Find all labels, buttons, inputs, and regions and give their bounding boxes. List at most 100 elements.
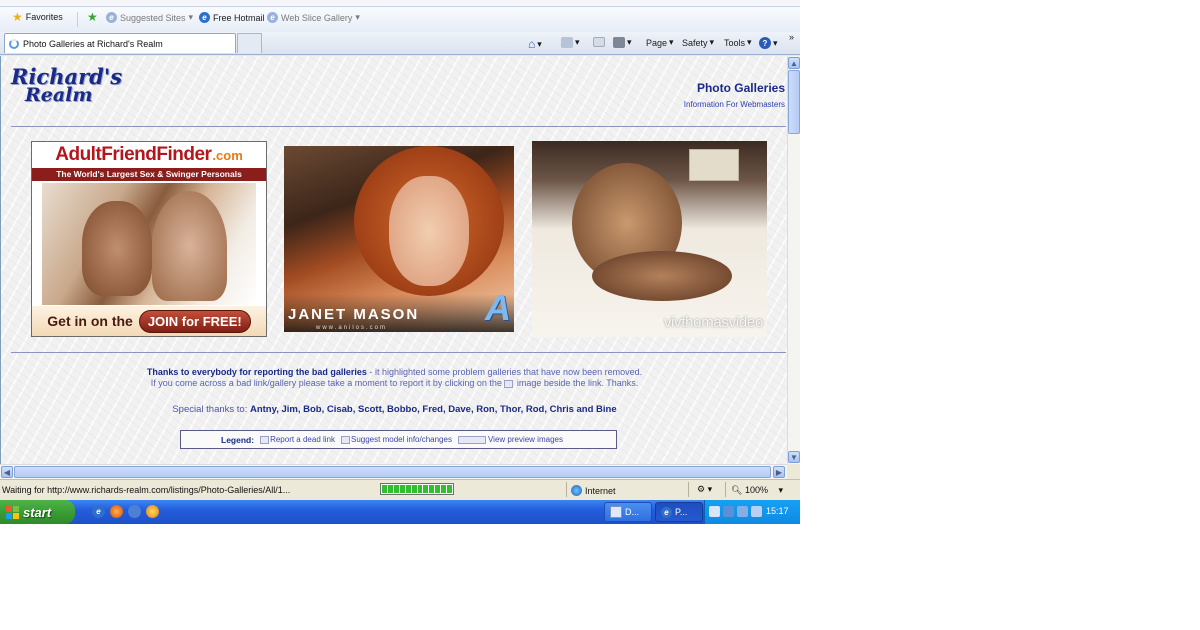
feeds-button[interactable]: ▾	[561, 37, 580, 48]
banner-ad-janet-mason[interactable]: JANET MASON www.anilos.com A	[284, 146, 514, 332]
scroll-down-button[interactable]: ▼	[788, 451, 800, 463]
progress-block	[417, 485, 423, 493]
anilos-logo-icon: A	[485, 287, 511, 328]
ie-page-icon: e	[106, 12, 117, 23]
page-title: Photo Galleries	[696, 81, 785, 95]
chevron-down-icon: ▾	[627, 37, 632, 47]
join-button[interactable]: JOIN for FREE!	[138, 309, 251, 333]
new-tab-button[interactable]	[237, 33, 262, 53]
safety-menu[interactable]: Safety ▾	[682, 37, 714, 48]
progress-block	[441, 485, 447, 493]
help-menu[interactable]: ? ▾	[759, 37, 778, 49]
tab-photo-galleries[interactable]: Photo Galleries at Richard's Realm	[4, 33, 236, 53]
scroll-up-button[interactable]: ▲	[788, 57, 800, 69]
chevron-down-icon: ▾	[575, 37, 580, 47]
favorites-button[interactable]: ★ Favorites	[12, 10, 63, 24]
mail-icon	[593, 37, 605, 47]
ad-tagline: The World's Largest Sex & Swinger Person…	[32, 168, 266, 192]
divider	[11, 126, 786, 127]
ad-watermark: vivthomasvideo	[663, 314, 763, 331]
chevron-down-icon: ▾	[537, 38, 542, 49]
divider	[11, 352, 786, 353]
progress-block	[411, 485, 417, 493]
site-logo[interactable]: Richard's Realm	[11, 66, 122, 105]
ie-icon: e	[661, 506, 672, 518]
collapse-tray-icon[interactable]	[709, 506, 720, 517]
progress-block	[393, 485, 399, 493]
legend-box: Legend: Report a dead link Suggest model…	[180, 430, 617, 449]
legend-item-preview: View preview images	[457, 435, 563, 444]
star-icon: ★	[12, 10, 23, 24]
start-button[interactable]: start	[0, 500, 75, 524]
add-favorite-icon: ★	[87, 10, 98, 24]
taskbar-button-document[interactable]: D...	[604, 502, 652, 522]
media-quicklaunch-icon[interactable]	[146, 505, 159, 518]
volume-icon[interactable]	[751, 506, 762, 517]
word-icon	[610, 506, 622, 518]
progress-block	[399, 485, 405, 493]
status-bar: Waiting for http://www.richards-realm.co…	[0, 479, 800, 500]
webmasters-link[interactable]: Information For Webmasters	[684, 100, 785, 109]
home-button[interactable]: ⌂ ▾	[528, 37, 542, 51]
help-icon: ?	[759, 37, 771, 49]
ie-quicklaunch-icon[interactable]: e	[92, 505, 105, 518]
fav-item-free-hotmail[interactable]: e Free Hotmail	[199, 12, 265, 23]
chevron-down-icon: ▾	[778, 485, 784, 495]
globe-icon	[571, 485, 582, 496]
status-text: Waiting for http://www.richards-realm.co…	[2, 485, 291, 495]
ad-url: www.anilos.com	[316, 325, 388, 331]
ad-photo	[42, 183, 256, 305]
vertical-scroll-thumb[interactable]	[788, 70, 800, 134]
windows-logo-icon	[6, 505, 19, 519]
menu-strip	[0, 0, 800, 7]
progress-block	[387, 485, 393, 493]
rss-icon	[561, 37, 573, 48]
home-icon: ⌂	[528, 37, 536, 51]
security-zone[interactable]: Internet	[571, 485, 616, 496]
scroll-left-button[interactable]: ◀	[1, 466, 13, 478]
horizontal-scroll-thumb[interactable]	[14, 466, 771, 478]
progress-block	[382, 485, 387, 493]
network-icon[interactable]	[723, 506, 734, 517]
zoom-button[interactable]: 🔍︎ 100% ▾	[731, 485, 783, 496]
read-mail-button[interactable]	[593, 37, 605, 47]
add-favorite-button[interactable]: ★	[87, 10, 98, 24]
horizontal-scrollbar[interactable]: ◀ ▶	[0, 464, 787, 479]
ad-cta: Get in on the JOIN for FREE!	[32, 306, 266, 336]
clock: 15:17	[766, 506, 789, 516]
chevron-down-icon: ▾	[747, 37, 752, 47]
vertical-scrollbar[interactable]: ▲ ▼	[787, 56, 800, 464]
dead-link-icon	[260, 435, 270, 444]
ad-brand: AdultFriendFinder .com	[32, 142, 266, 168]
firefox-quicklaunch-icon[interactable]	[110, 505, 123, 518]
progress-block	[435, 485, 441, 493]
legend-item-dead-link: Report a dead link	[260, 435, 335, 444]
ad-name: JANET MASON	[288, 306, 420, 323]
tab-row: Photo Galleries at Richard's Realm ⌂ ▾ ▾…	[0, 32, 800, 55]
more-commands-button[interactable]: »	[789, 32, 794, 42]
fav-item-web-slice-gallery[interactable]: e Web Slice Gallery ▾	[267, 12, 360, 23]
loading-icon	[9, 38, 19, 49]
print-button[interactable]: ▾	[613, 37, 632, 48]
suggest-info-icon	[341, 435, 350, 444]
protected-mode-button[interactable]: ⚙ ▾	[697, 484, 712, 495]
app-quicklaunch-icon[interactable]	[128, 505, 141, 518]
separator	[77, 12, 78, 27]
taskbar-button-browser[interactable]: e P...	[655, 502, 703, 522]
chevron-down-icon: ▾	[669, 37, 674, 47]
network-icon[interactable]	[737, 506, 748, 517]
scroll-right-button[interactable]: ▶	[773, 466, 785, 478]
banner-ad-adultfriendfinder[interactable]: AdultFriendFinder .com The World's Large…	[31, 141, 267, 337]
preview-icon	[457, 435, 486, 444]
chevron-down-icon: ▾	[355, 12, 360, 22]
scroll-corner	[787, 464, 800, 478]
progress-block	[405, 485, 411, 493]
fav-item-suggested-sites[interactable]: e Suggested Sites ▾	[106, 12, 193, 23]
printer-icon	[613, 37, 625, 48]
page-viewport: Richard's Realm Photo Galleries Informat…	[0, 56, 788, 464]
tools-menu[interactable]: Tools ▾	[724, 37, 752, 48]
page-menu[interactable]: Page ▾	[646, 37, 674, 48]
screen: ★ Favorites ★ e Suggested Sites ▾ e Free…	[0, 0, 800, 524]
banner-ad-vivthomas[interactable]: vivthomasvideo	[532, 141, 767, 337]
taskbar: start e D... e P... 15:17	[0, 500, 800, 524]
